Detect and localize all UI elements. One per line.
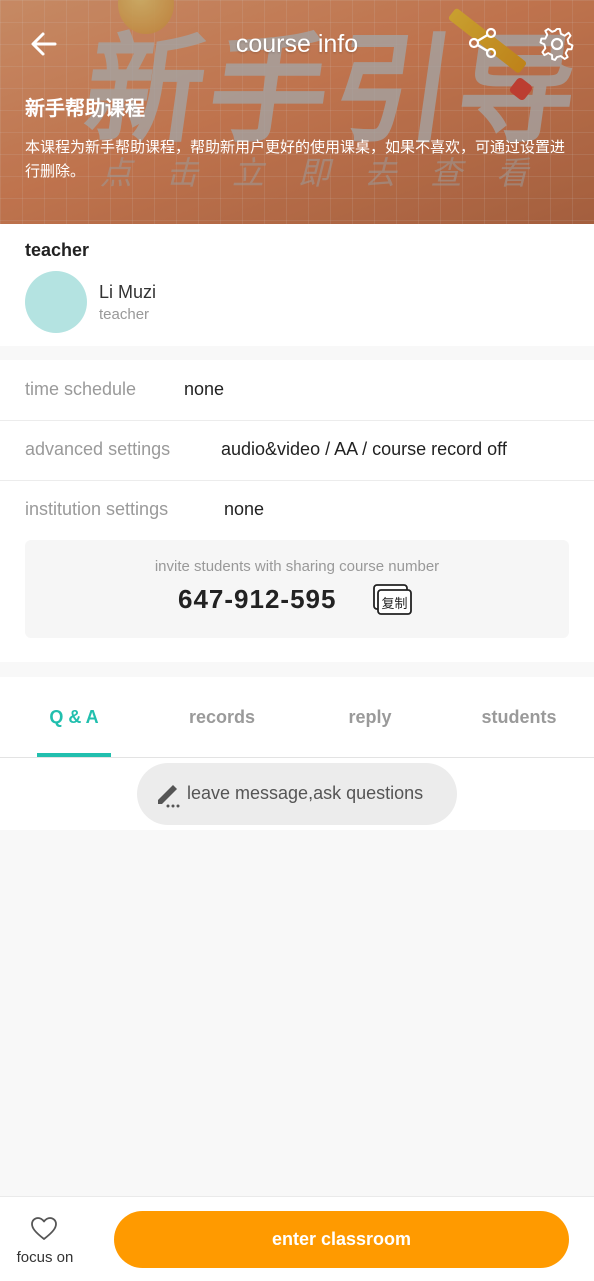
message-area: leave message,ask questions bbox=[0, 758, 594, 830]
heart-icon bbox=[31, 1217, 57, 1240]
tab-reply[interactable]: reply bbox=[296, 707, 444, 728]
settings-row-institution[interactable]: institution settings none bbox=[0, 480, 594, 540]
course-settings-section: time schedule none advanced settings aud… bbox=[0, 360, 594, 662]
gear-icon bbox=[539, 27, 574, 61]
bottom-bar: focus on enter classroom bbox=[0, 1196, 594, 1281]
settings-label: time schedule bbox=[25, 379, 137, 399]
teacher-section: teacher Li Muzi teacher bbox=[0, 224, 594, 346]
invite-hint: invite students with sharing course numb… bbox=[154, 558, 440, 575]
teacher-name: Li Muzi bbox=[99, 282, 157, 302]
avatar[interactable] bbox=[25, 271, 87, 333]
course-number: 647-912-595 bbox=[178, 584, 337, 614]
copy-label: 复制 bbox=[381, 597, 407, 612]
focus-label: focus on bbox=[16, 1249, 74, 1266]
settings-row-time-schedule[interactable]: time schedule none bbox=[0, 360, 594, 421]
top-bar: course info bbox=[0, 18, 594, 70]
teacher-role: teacher bbox=[99, 306, 150, 323]
copy-icon: 复制 bbox=[373, 584, 412, 615]
settings-value: none bbox=[184, 379, 225, 399]
settings-value: audio&video / AA / course record off bbox=[221, 439, 507, 459]
tab-bar: Q & A records reply students bbox=[0, 677, 594, 758]
copy-button[interactable]: 复制 bbox=[372, 584, 414, 618]
settings-button[interactable] bbox=[539, 26, 575, 62]
teacher-heading: teacher bbox=[25, 240, 90, 260]
active-tab-indicator bbox=[37, 753, 111, 757]
course-name: 新手帮助课程 bbox=[25, 98, 145, 120]
settings-label: advanced settings bbox=[25, 439, 171, 459]
share-icon bbox=[468, 27, 497, 59]
enter-classroom-button[interactable]: enter classroom bbox=[114, 1211, 569, 1268]
invite-box: invite students with sharing course numb… bbox=[25, 540, 569, 638]
course-description: 本课程为新手帮助课程，帮助新用户更好的使用课桌，如果不喜欢，可通过设置进行删除。 bbox=[25, 139, 566, 180]
tab-qa[interactable]: Q & A bbox=[0, 707, 148, 728]
settings-value: none bbox=[224, 499, 265, 519]
focus-button[interactable]: focus on bbox=[0, 1197, 90, 1281]
pencil-icon bbox=[158, 785, 180, 808]
tab-students[interactable]: students bbox=[445, 707, 593, 728]
course-banner: 新手引导 点击立即去查看 course info 新手帮助课程 本课程为新手帮助… bbox=[0, 0, 594, 224]
leave-message-button[interactable]: leave message,ask questions bbox=[137, 763, 457, 825]
settings-row-advanced[interactable]: advanced settings audio&video / AA / cou… bbox=[0, 420, 594, 481]
tab-records[interactable]: records bbox=[148, 707, 296, 728]
settings-label: institution settings bbox=[25, 499, 169, 519]
leave-message-label: leave message,ask questions bbox=[187, 783, 424, 803]
share-button[interactable] bbox=[466, 26, 500, 60]
page-title: course info bbox=[235, 30, 359, 58]
